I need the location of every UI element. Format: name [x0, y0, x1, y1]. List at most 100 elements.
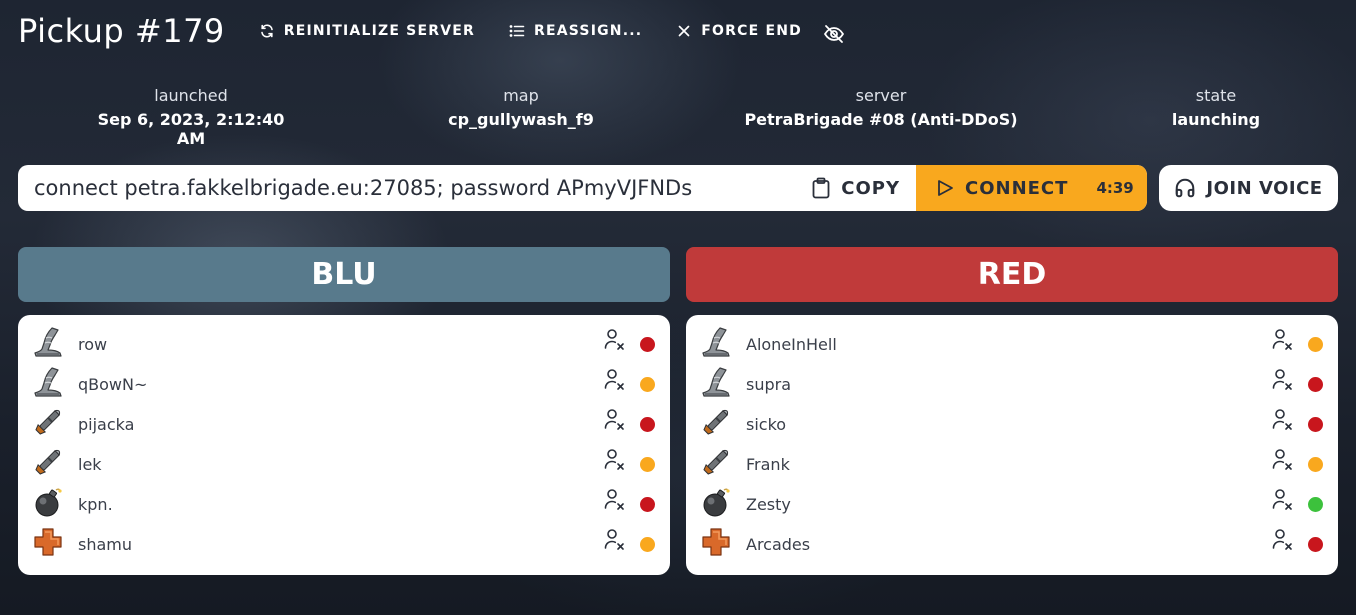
remove-user-icon[interactable] — [604, 328, 626, 352]
player-row: shamu — [18, 524, 670, 564]
player-row: Frank — [686, 444, 1338, 484]
medic-class-icon — [702, 528, 730, 556]
status-dot — [1308, 417, 1323, 432]
team-header-red: RED — [686, 247, 1338, 302]
reassign-button[interactable]: REASSIGN... — [509, 23, 642, 39]
launched-label: launched — [154, 86, 228, 105]
force-end-button[interactable]: FORCE END — [676, 23, 802, 39]
team-list-blu: row qBowN~ pijacka lek kpn. shamu — [18, 315, 670, 575]
copy-button[interactable]: COPY — [811, 177, 916, 199]
player-row: Arcades — [686, 524, 1338, 564]
scout-class-icon — [702, 367, 730, 397]
soldier-class-icon — [35, 409, 61, 435]
scout-class-icon — [34, 367, 62, 397]
page-header: Pickup #179 REINITIALIZE SERVER REASSIGN… — [18, 12, 802, 50]
demoman-class-icon — [35, 488, 62, 517]
player-name: Zesty — [746, 494, 791, 514]
team-list-red: AloneInHell supra sicko Frank Zesty Arca… — [686, 315, 1338, 575]
list-icon — [509, 25, 525, 37]
launched-info: launched Sep 6, 2023, 2:12:40 AM — [91, 86, 291, 148]
status-dot — [1308, 337, 1323, 352]
remove-user-icon[interactable] — [604, 448, 626, 472]
close-icon — [678, 25, 690, 37]
player-name: AloneInHell — [746, 334, 837, 354]
scout-class-icon — [702, 327, 730, 357]
medic-class-icon — [34, 528, 62, 556]
connect-timer: 4:39 — [1096, 179, 1134, 197]
team-header-blu: BLU — [18, 247, 670, 302]
status-dot — [1308, 377, 1323, 392]
class-icon — [700, 526, 732, 562]
join-voice-label: JOIN VOICE — [1206, 177, 1323, 199]
player-row: sicko — [686, 404, 1338, 444]
server-label: server — [855, 86, 907, 105]
status-dot — [640, 337, 655, 352]
class-icon — [700, 486, 732, 522]
soldier-class-icon — [703, 409, 729, 435]
status-dot — [640, 377, 655, 392]
remove-user-icon[interactable] — [604, 368, 626, 392]
player-name: shamu — [78, 534, 133, 554]
class-icon — [700, 406, 732, 442]
player-name: Arcades — [746, 534, 811, 554]
player-row: row — [18, 324, 670, 364]
remove-user-icon[interactable] — [1272, 328, 1294, 352]
connect-label: CONNECT — [965, 177, 1069, 199]
class-icon — [32, 486, 64, 522]
state-value: launching — [1171, 110, 1261, 129]
eye-off-icon[interactable] — [822, 22, 846, 46]
player-row: kpn. — [18, 484, 670, 524]
player-row: pijacka — [18, 404, 670, 444]
player-row: AloneInHell — [686, 324, 1338, 364]
player-name: Frank — [746, 454, 790, 474]
remove-user-icon[interactable] — [604, 488, 626, 512]
reinitialize-server-label: REINITIALIZE SERVER — [283, 23, 475, 39]
play-icon — [938, 180, 953, 196]
remove-user-icon[interactable] — [604, 528, 626, 552]
remove-user-icon[interactable] — [1272, 368, 1294, 392]
remove-user-icon[interactable] — [604, 408, 626, 432]
status-dot — [1308, 497, 1323, 512]
status-dot — [1308, 457, 1323, 472]
clipboard-icon — [812, 177, 830, 199]
player-row: qBowN~ — [18, 364, 670, 404]
server-info: server PetraBrigade #08 (Anti-DDoS) — [731, 86, 1031, 129]
connect-button[interactable]: CONNECT 4:39 — [916, 165, 1147, 211]
launched-value: Sep 6, 2023, 2:12:40 AM — [97, 110, 285, 148]
force-end-label: FORCE END — [701, 23, 802, 39]
scout-class-icon — [34, 327, 62, 357]
status-dot — [640, 417, 655, 432]
status-dot — [640, 497, 655, 512]
player-name: lek — [78, 454, 102, 474]
remove-user-icon[interactable] — [1272, 448, 1294, 472]
class-icon — [700, 366, 732, 402]
player-name: pijacka — [78, 414, 135, 434]
player-name: sicko — [746, 414, 787, 434]
class-icon — [700, 446, 732, 482]
headphones-icon — [1176, 178, 1195, 198]
soldier-class-icon — [35, 449, 61, 475]
remove-user-icon[interactable] — [1272, 488, 1294, 512]
page-title: Pickup #179 — [18, 12, 225, 50]
server-value: PetraBrigade #08 (Anti-DDoS) — [744, 110, 1018, 129]
player-name: supra — [746, 374, 792, 394]
status-dot — [640, 537, 655, 552]
reassign-label: REASSIGN... — [533, 23, 643, 39]
map-value: cp_gullywash_f9 — [448, 110, 594, 129]
connect-command[interactable]: connect petra.fakkelbrigade.eu:27085; pa… — [18, 176, 811, 200]
status-dot — [640, 457, 655, 472]
remove-user-icon[interactable] — [1272, 528, 1294, 552]
map-label: map — [503, 86, 539, 105]
player-row: lek — [18, 444, 670, 484]
player-row: Zesty — [686, 484, 1338, 524]
join-voice-button[interactable]: JOIN VOICE — [1159, 165, 1338, 211]
copy-label: COPY — [841, 177, 900, 199]
player-name: qBowN~ — [78, 374, 148, 394]
remove-user-icon[interactable] — [1272, 408, 1294, 432]
reinitialize-server-button[interactable]: REINITIALIZE SERVER — [259, 23, 475, 39]
class-icon — [32, 406, 64, 442]
refresh-icon — [260, 24, 273, 38]
class-icon — [32, 366, 64, 402]
class-icon — [32, 526, 64, 562]
soldier-class-icon — [703, 449, 729, 475]
